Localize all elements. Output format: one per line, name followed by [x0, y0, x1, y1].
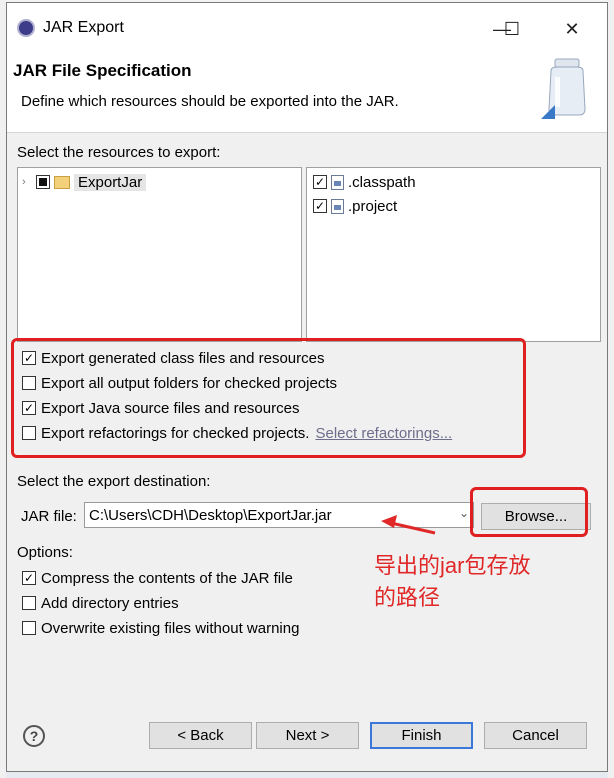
title-bar: JAR Export — ☐ ✕	[7, 3, 607, 51]
file-label: .classpath	[348, 173, 416, 191]
eclipse-icon	[17, 19, 35, 37]
page-title: JAR File Specification	[13, 61, 192, 80]
destination-label: Select the export destination:	[17, 473, 211, 490]
file-item-classpath[interactable]: ✓ .classpath	[313, 172, 416, 192]
back-button[interactable]: < Back	[149, 722, 252, 749]
jar-file-label: JAR file:	[21, 508, 77, 525]
jar-file-value: C:\Users\CDH\Desktop\ExportJar.jar	[89, 506, 332, 524]
project-partial-checkbox[interactable]	[36, 175, 50, 189]
close-button[interactable]: ✕	[557, 15, 587, 43]
option-compress[interactable]: ✓ Compress the contents of the JAR file	[22, 568, 293, 588]
finish-button[interactable]: Finish	[370, 722, 473, 749]
directory-entries-checkbox[interactable]	[22, 596, 36, 610]
chevron-down-icon[interactable]: ⌄	[459, 506, 469, 520]
option-label: Add directory entries	[41, 594, 179, 612]
highlight-box-browse	[470, 487, 588, 537]
option-label: Overwrite existing files without warning	[41, 619, 300, 637]
jar-icon	[541, 58, 586, 119]
project-folder-icon	[54, 175, 70, 189]
annotation-arrow	[381, 515, 436, 535]
file-item-project[interactable]: ✓ .project	[313, 196, 397, 216]
project-file-checkbox[interactable]: ✓	[313, 199, 327, 213]
page-description: Define which resources should be exporte…	[21, 93, 399, 110]
annotation-text: 导出的jar包存放 的路径	[374, 550, 530, 614]
resources-label: Select the resources to export:	[17, 144, 221, 161]
chevron-right-icon[interactable]: ›	[22, 176, 36, 188]
background-right-edge	[608, 0, 614, 778]
file-label: .project	[348, 197, 398, 215]
file-icon	[331, 174, 344, 190]
cancel-button[interactable]: Cancel	[484, 722, 587, 749]
option-label: Compress the contents of the JAR file	[41, 569, 293, 587]
overwrite-checkbox[interactable]	[22, 621, 36, 635]
maximize-button[interactable]: ☐	[497, 15, 527, 43]
annotation-line-1: 导出的jar包存放	[374, 553, 531, 578]
option-directory-entries[interactable]: Add directory entries	[22, 593, 179, 613]
tree-item-label: ExportJar	[74, 173, 147, 191]
project-tree[interactable]: › ExportJar	[17, 167, 302, 342]
file-icon	[331, 198, 344, 214]
window-title: JAR Export	[43, 19, 124, 36]
options-label: Options:	[17, 544, 73, 561]
classpath-checkbox[interactable]: ✓	[313, 175, 327, 189]
highlight-box-options	[11, 338, 526, 458]
jar-export-dialog: JAR Export — ☐ ✕ JAR File Specification …	[6, 2, 608, 772]
file-list[interactable]: ✓ .classpath ✓ .project	[306, 167, 601, 342]
next-button[interactable]: Next >	[256, 722, 359, 749]
help-icon[interactable]: ?	[23, 725, 45, 747]
compress-checkbox[interactable]: ✓	[22, 571, 36, 585]
wizard-header: JAR File Specification Define which reso…	[7, 51, 607, 133]
annotation-line-2: 的路径	[374, 585, 441, 610]
tree-item-exportjar[interactable]: › ExportJar	[22, 172, 147, 192]
option-overwrite[interactable]: Overwrite existing files without warning	[22, 618, 299, 638]
